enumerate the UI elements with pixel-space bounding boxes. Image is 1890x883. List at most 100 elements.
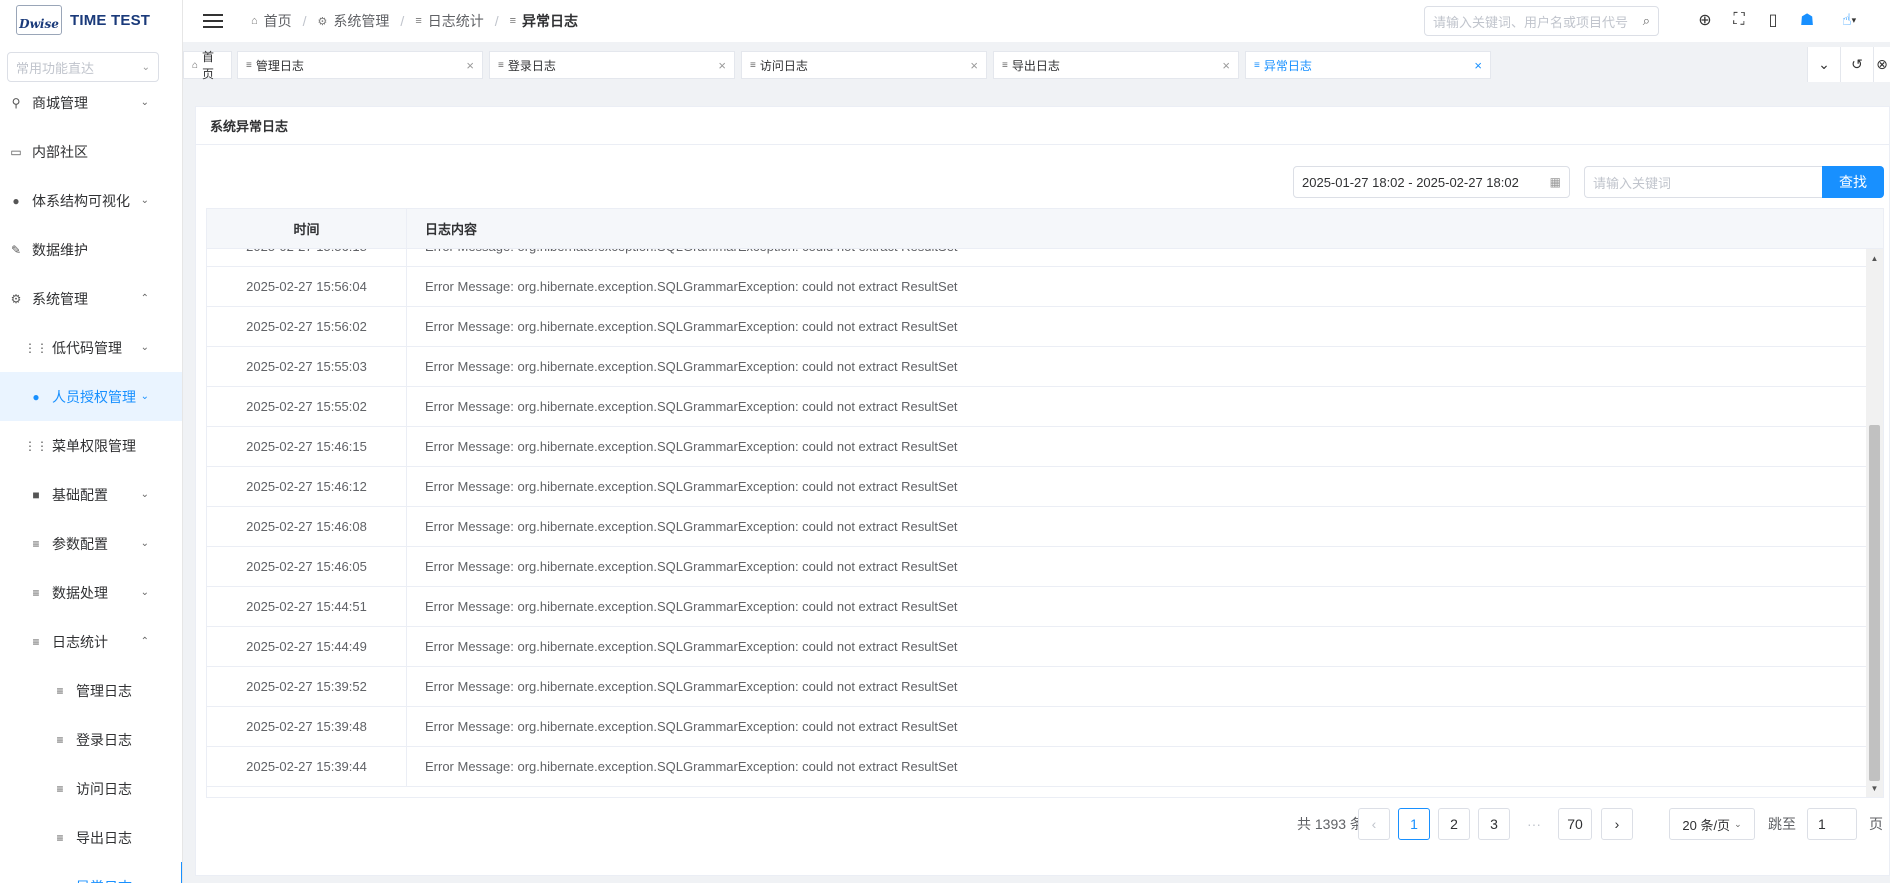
jump-page-input[interactable]: 1 [1807, 808, 1857, 840]
tab[interactable]: ≡ 登录日志 × [489, 51, 735, 79]
cell-content: Error Message: org.hibernate.exception.S… [425, 559, 958, 574]
sidebar-item[interactable]: ≡ 登录日志 [0, 715, 182, 764]
sidebar-item-label: 登录日志 [76, 731, 132, 748]
cell-content: Error Message: org.hibernate.exception.S… [425, 439, 958, 454]
page-button-3[interactable]: 3 [1478, 808, 1510, 840]
fullscreen-icon[interactable]: ⛶ [1727, 6, 1751, 34]
logo[interactable]: Dwise TIME TEST [0, 0, 182, 40]
global-search-input[interactable]: 请输入关键词、用户名或项目代号 ⌕ [1424, 6, 1659, 36]
breadcrumb-item[interactable]: ≡ 日志统计 [415, 11, 483, 31]
sidebar-item[interactable]: ⋮⋮ 菜单权限管理 [0, 421, 182, 470]
table-row[interactable]: 2025-02-27 15:56:02 Error Message: org.hi… [207, 307, 1866, 347]
prev-page-button[interactable]: ‹ [1358, 808, 1390, 840]
table-row[interactable]: 2025-02-27 15:39:48 Error Message: org.hi… [207, 707, 1866, 747]
sidebar-item[interactable]: ✎ 数据维护 [0, 225, 182, 274]
table-row[interactable]: 2025-02-27 15:44:49 Error Message: org.hi… [207, 627, 1866, 667]
sidebar-item[interactable]: ≡ 导出日志 [0, 813, 182, 862]
log-table: 时间 日志内容 2025-02-27 15:56:18Error Message… [206, 208, 1884, 798]
table-row[interactable]: 2025-02-27 15:56:18Error Message: org.hi… [207, 249, 1866, 267]
user-group-icon: ● [12, 193, 20, 208]
sidebar-item[interactable]: ▭ 内部社区 [0, 127, 182, 176]
user-menu-icon[interactable]: ☝ ▾ [1829, 6, 1869, 34]
table-row[interactable]: 2025-02-27 15:46:12 Error Message: org.hi… [207, 467, 1866, 507]
tab[interactable]: ≡ 导出日志 × [993, 51, 1239, 79]
cell-content: Error Message: org.hibernate.exception.S… [425, 479, 958, 494]
sidebar-item[interactable]: ≡ 参数配置 ⌄ [0, 519, 182, 568]
close-icon[interactable]: × [718, 58, 726, 73]
close-icon[interactable]: × [466, 58, 474, 73]
keyword-input[interactable]: 请输入关键词 [1584, 166, 1822, 198]
vertical-scrollbar[interactable]: ▲ ▼ [1866, 249, 1883, 797]
sidebar-item[interactable]: ≡ 数据处理 ⌄ [0, 568, 182, 617]
breadcrumb-separator: / [302, 13, 307, 29]
table-row[interactable]: 2025-02-27 15:46:05 Error Message: org.hi… [207, 547, 1866, 587]
close-icon[interactable]: × [1222, 58, 1230, 73]
table-row[interactable]: 2025-02-27 15:39:52 Error Message: org.hi… [207, 667, 1866, 707]
table-row[interactable]: 2025-02-27 15:55:03 Error Message: org.hi… [207, 347, 1866, 387]
tab[interactable]: ≡ 异常日志 × [1245, 51, 1491, 79]
tab[interactable]: ⌂ 首页 [183, 50, 232, 81]
sidebar-item[interactable]: ● 体系结构可视化 ⌄ [0, 176, 182, 225]
sidebar-item[interactable]: ● 人员授权管理 ⌄ [0, 372, 182, 421]
sidebar-item[interactable]: ≡ 日志统计 ⌃ [0, 617, 182, 666]
add-circle-icon[interactable]: ⊕ [1693, 6, 1717, 34]
cell-time: 2025-02-27 15:44:51 [207, 587, 407, 626]
table-row[interactable]: 2025-02-27 15:44:51 Error Message: org.hi… [207, 587, 1866, 627]
cell-content: Error Message: org.hibernate.exception.S… [425, 759, 958, 774]
page-button-last[interactable]: 70 [1558, 808, 1592, 840]
sidebar-item[interactable]: ⚲ 商城管理 ⌄ [0, 78, 182, 127]
search-button[interactable]: 查找 [1822, 166, 1884, 198]
sidebar-item[interactable]: ⋮⋮ 低代码管理 ⌄ [0, 323, 182, 372]
global-search-placeholder: 请输入关键词、用户名或项目代号 [1433, 14, 1629, 30]
close-icon[interactable]: × [970, 58, 978, 73]
sidebar-item-label: 参数配置 [52, 535, 108, 552]
sidebar-item-label: 系统管理 [32, 290, 88, 307]
cell-content: Error Message: org.hibernate.exception.S… [425, 639, 958, 654]
breadcrumb-item[interactable]: ⚙ 系统管理 [318, 11, 390, 31]
table-row[interactable]: 2025-02-27 15:39:44 Error Message: org.hi… [207, 747, 1866, 787]
sidebar-item[interactable]: ≡ 管理日志 [0, 666, 182, 715]
page-button-1[interactable]: 1 [1398, 808, 1430, 840]
robot-icon[interactable]: ☗ [1795, 6, 1819, 34]
date-range-picker[interactable]: 2025-01-27 18:02 - 2025-02-27 18:02 ▦ [1293, 166, 1570, 198]
table-row[interactable]: 2025-02-27 15:56:04 Error Message: org.hi… [207, 267, 1866, 307]
tab[interactable]: ≡ 管理日志 × [237, 51, 483, 79]
table-row[interactable]: 2025-02-27 15:46:15 Error Message: org.hi… [207, 427, 1866, 467]
cell-time: 2025-02-27 15:46:12 [207, 467, 407, 506]
close-icon[interactable]: × [1474, 58, 1482, 73]
search-icon[interactable]: ⌕ [1643, 13, 1650, 29]
tab-label: 管理日志 [255, 58, 304, 73]
breadcrumb-label: 日志统计 [427, 13, 484, 29]
cell-time: 2025-02-27 15:46:15 [207, 427, 407, 466]
breadcrumb-item[interactable]: ⌂ 首页 [251, 11, 292, 31]
chevron-down-icon[interactable]: ⌄ [1807, 47, 1840, 82]
history-icon[interactable]: ↺ [1840, 47, 1873, 82]
table-row[interactable]: 2025-02-27 15:55:02 Error Message: org.hi… [207, 387, 1866, 427]
page-ellipsis[interactable]: ··· [1518, 808, 1550, 840]
mobile-icon[interactable]: ▯ [1761, 6, 1785, 34]
next-page-button[interactable]: › [1601, 808, 1633, 840]
scroll-up-icon[interactable]: ▲ [1866, 251, 1883, 265]
page-button-2[interactable]: 2 [1438, 808, 1470, 840]
tab-bar: ⌄ ↺ ⊗ ⌂ 首页 ≡ 管理日志 × ≡ 登录日志 × ≡ 访问日志 × ≡ 导出日志 × ≡ 异常日志 × [183, 47, 1890, 82]
sidebar-item[interactable]: ⚙ 系统管理 ⌃ [0, 274, 182, 323]
sidebar-item[interactable]: ■ 基础配置 ⌄ [0, 470, 182, 519]
chevron-down-icon: ⌄ [140, 587, 149, 598]
scrollbar-thumb[interactable] [1869, 425, 1880, 781]
scroll-down-icon[interactable]: ▼ [1866, 781, 1883, 795]
tab[interactable]: ≡ 访问日志 × [741, 51, 987, 79]
menu-toggle-icon[interactable] [203, 14, 223, 28]
sidebar-item-label: 低代码管理 [52, 339, 122, 356]
sidebar-item[interactable]: ≡ 异常日志 [0, 862, 182, 883]
filter-icon: ≡ [415, 15, 422, 27]
chevron-down-icon: ⌄ [1734, 818, 1742, 829]
user-circle-icon: ● [32, 389, 40, 404]
page-size-select[interactable]: 20 条/页 ⌄ [1669, 808, 1755, 840]
table-row[interactable]: 2025-02-27 15:46:08 Error Message: org.hi… [207, 507, 1866, 547]
filter-icon: ≡ [52, 880, 68, 883]
filter-bar: 2025-01-27 18:02 - 2025-02-27 18:02 ▦ 请输… [196, 166, 1889, 198]
sidebar-item[interactable]: ≡ 访问日志 [0, 764, 182, 813]
keyword-placeholder: 请输入关键词 [1593, 175, 1672, 191]
page-size-value: 20 条/页 [1682, 817, 1731, 833]
close-all-icon[interactable]: ⊗ [1873, 47, 1890, 82]
